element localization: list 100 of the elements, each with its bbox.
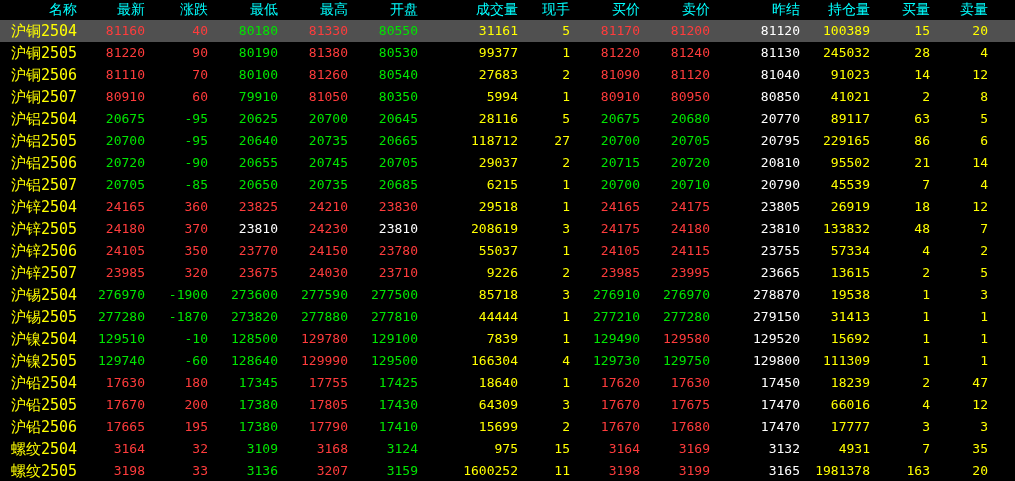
table-cell-text: 80530 (378, 44, 418, 62)
table-cell-text: 89117 (830, 110, 870, 128)
table-cell-text: 3164 (608, 440, 640, 458)
table-cell-text: 79910 (238, 88, 278, 106)
table-cell-text: 4 (980, 176, 988, 194)
table-cell-text: 1 (562, 330, 570, 348)
table-cell-text: 2 (562, 418, 570, 436)
table-cell-text: 40 (192, 22, 208, 40)
column-header[interactable]: 涨跌 (180, 1, 208, 19)
column-header[interactable]: 最低 (250, 1, 278, 19)
table-cell-text: 3 (562, 396, 570, 414)
table-cell-text: 2 (562, 66, 570, 84)
table-cell-text: 100389 (823, 22, 870, 40)
table-cell-text: 81040 (760, 66, 800, 84)
column-header[interactable]: 名称 (49, 1, 77, 19)
table-cell-text: 81110 (105, 66, 145, 84)
table-cell-text: 60 (192, 88, 208, 106)
table-cell-text: -10 (184, 330, 208, 348)
table-cell-text: 17425 (378, 374, 418, 392)
column-header[interactable]: 成交量 (476, 1, 518, 19)
table-cell-text: 17630 (105, 374, 145, 392)
table-cell-text: 20735 (308, 176, 348, 194)
table-cell-text: 3 (922, 418, 930, 436)
table-cell-text: 1981378 (815, 462, 870, 480)
table-cell-text: 20645 (378, 110, 418, 128)
table-cell-text: 1 (980, 330, 988, 348)
table-cell-text: 3198 (608, 462, 640, 480)
table-cell-text: 23780 (378, 242, 418, 260)
column-header[interactable]: 昨结 (772, 1, 800, 19)
table-cell-text: 24105 (600, 242, 640, 260)
column-header[interactable]: 最高 (320, 1, 348, 19)
column-header[interactable]: 卖量 (960, 1, 988, 19)
table-cell-text: 48 (914, 220, 930, 238)
table-cell-text: 1 (562, 88, 570, 106)
table-cell-text: 20700 (600, 176, 640, 194)
table-cell-text: -1900 (168, 286, 208, 304)
contract-name: 沪铜2506 (10, 65, 77, 86)
table-cell-text: 2 (562, 154, 570, 172)
table-cell-text: 2 (980, 242, 988, 260)
quote-row[interactable]: 沪铜2504 81160 40 80180 81330 80550 31161 5 81170 81200 81120 100389 15 20 (0, 20, 1015, 42)
table-cell-text: 277880 (301, 308, 348, 326)
contract-name: 沪锡2504 (10, 285, 77, 306)
column-header[interactable]: 开盘 (390, 1, 418, 19)
table-cell-text: 23825 (238, 198, 278, 216)
table-cell-text: 24105 (105, 242, 145, 260)
table-cell-text: 81220 (600, 44, 640, 62)
table-cell-text: 4 (922, 396, 930, 414)
table-cell-text: 23810 (378, 220, 418, 238)
table-cell-text: -1870 (168, 308, 208, 326)
table-cell-text: 63 (914, 110, 930, 128)
table-cell-text: 133832 (823, 220, 870, 238)
table-cell-text: 81130 (760, 44, 800, 62)
table-cell-text: 64309 (478, 396, 518, 414)
column-header[interactable]: 最新 (117, 1, 145, 19)
table-cell-text: 129800 (753, 352, 800, 370)
table-cell-text: 20680 (670, 110, 710, 128)
table-cell-text: 111309 (823, 352, 870, 370)
table-cell-text: 208619 (471, 220, 518, 238)
table-cell-text: 17470 (760, 418, 800, 436)
table-cell-text: 3198 (113, 462, 145, 480)
table-cell-text: 279150 (753, 308, 800, 326)
table-cell-text: 320 (184, 264, 208, 282)
table-cell-text: 80540 (378, 66, 418, 84)
table-cell-text: 18 (914, 198, 930, 216)
table-cell-text: 5 (980, 264, 988, 282)
table-cell-text: 4 (562, 352, 570, 370)
table-cell-text: 3207 (316, 462, 348, 480)
table-cell-text: 81170 (600, 22, 640, 40)
contract-name: 沪镍2505 (10, 351, 77, 372)
table-cell-text: 26919 (830, 198, 870, 216)
table-cell-text: 31161 (478, 22, 518, 40)
table-cell-text: 80180 (238, 22, 278, 40)
table-cell-text: 44444 (478, 308, 518, 326)
table-cell-text: 5 (562, 22, 570, 40)
table-cell-text: 3164 (113, 440, 145, 458)
table-cell-text: 23985 (105, 264, 145, 282)
table-cell-text: 17805 (308, 396, 348, 414)
table-cell-text: 11 (554, 462, 570, 480)
table-cell-text: 20650 (238, 176, 278, 194)
column-header[interactable]: 卖价 (682, 1, 710, 19)
column-header[interactable]: 买量 (902, 1, 930, 19)
table-cell-text: 23675 (238, 264, 278, 282)
column-header[interactable]: 现手 (542, 1, 570, 19)
table-cell-text: 23770 (238, 242, 278, 260)
table-cell-text: 24175 (600, 220, 640, 238)
contract-name: 沪锡2505 (10, 307, 77, 328)
table-cell-text: 129510 (98, 330, 145, 348)
table-cell-text: 20720 (105, 154, 145, 172)
table-cell-text: 19538 (830, 286, 870, 304)
table-cell-text: 18239 (830, 374, 870, 392)
table-cell-text: 23810 (760, 220, 800, 238)
table-cell-text: 7 (922, 440, 930, 458)
column-header[interactable]: 持仓量 (828, 1, 870, 19)
table-cell-text: 86 (914, 132, 930, 150)
table-cell-text: 23830 (378, 198, 418, 216)
table-cell-text: 17345 (238, 374, 278, 392)
column-header[interactable]: 买价 (612, 1, 640, 19)
contract-name: 沪铝2504 (10, 109, 77, 130)
table-cell-text: 276970 (663, 286, 710, 304)
table-cell-text: 95502 (830, 154, 870, 172)
